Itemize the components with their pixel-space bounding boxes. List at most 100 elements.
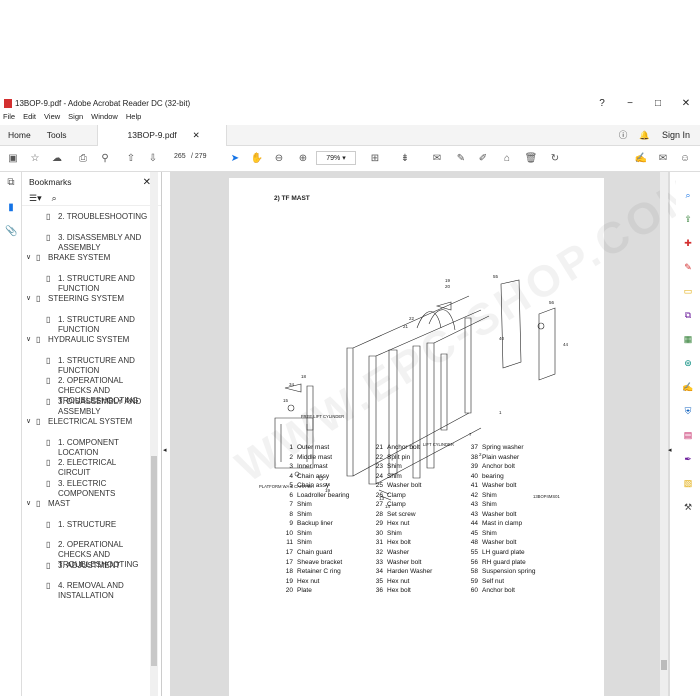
bookmarks-panel-icon[interactable]: ▮ xyxy=(5,202,17,214)
bookmark-section[interactable]: ∨ ▯ HYDRAULIC SYSTEM xyxy=(26,335,150,345)
tab-document[interactable]: 13BOP-9.pdf ✕ xyxy=(96,124,227,146)
bookmarks-scroll-thumb[interactable] xyxy=(151,456,157,666)
bookmark-icon: ▯ xyxy=(36,417,41,426)
bookmark-item[interactable]: ▯ 1. COMPONENT LOCATION xyxy=(46,438,150,458)
bookmark-item[interactable]: ▯ 3. ELECTRIC COMPONENTS xyxy=(46,479,150,499)
menu-window[interactable]: Window xyxy=(91,112,118,125)
stamp-icon[interactable]: ⌂ xyxy=(500,151,514,165)
collapse-right-panel-icon[interactable]: ◂ xyxy=(668,446,672,454)
prev-page-icon[interactable]: ⇧ xyxy=(124,151,138,165)
zoom-select[interactable]: 79% ▾ xyxy=(316,151,356,165)
bookmark-item[interactable]: ▯ 1. STRUCTURE AND FUNCTION xyxy=(46,356,150,376)
bookmark-label: 3. ADJUSTMENT xyxy=(58,560,121,570)
sign-in-button[interactable]: Sign In xyxy=(662,130,690,140)
find-icon[interactable]: ⚲ xyxy=(98,151,112,165)
minimize-button[interactable]: − xyxy=(616,94,644,112)
delete-icon[interactable]: 🗑 xyxy=(524,151,538,165)
combine-files-icon[interactable]: ⧉ xyxy=(682,310,694,322)
sign-pen-icon[interactable]: ✍ xyxy=(634,151,648,165)
bookmark-item[interactable]: ▯ 1. STRUCTURE AND FUNCTION xyxy=(46,274,150,294)
comment-tool-icon[interactable]: ▭ xyxy=(682,286,694,298)
zoom-out-icon[interactable]: ⊖ xyxy=(272,151,286,165)
bookmark-section[interactable]: ∨ ▯ STEERING SYSTEM xyxy=(26,294,150,304)
help-window-button[interactable]: ? xyxy=(588,94,616,112)
tab-home[interactable]: Home xyxy=(0,130,39,140)
fill-sign-icon[interactable]: ✍ xyxy=(682,382,694,394)
part-description: Washer bolt xyxy=(482,482,517,490)
parts-column-1: 1 Outer mast 2 Middle mast 3 Inner mast 4 Chain… xyxy=(280,443,350,596)
edit-pdf-icon[interactable]: ✎ xyxy=(682,262,694,274)
document-scrollbar[interactable] xyxy=(660,172,668,696)
create-pdf-icon[interactable]: ✚ xyxy=(682,238,694,250)
bookmark-item[interactable]: ▯ 3. ADJUSTMENT xyxy=(46,561,150,571)
bookmark-item[interactable]: ▯ 3. DISASSEMBLY AND ASSEMBLY xyxy=(46,233,150,253)
attachments-icon[interactable]: 📎 xyxy=(5,226,17,238)
bookmark-item[interactable]: ▯ 2. TROUBLESHOOTING xyxy=(46,212,150,222)
send-for-signature-icon[interactable]: ✒ xyxy=(682,454,694,466)
svg-text:15: 15 xyxy=(283,398,289,403)
rotate-icon[interactable]: ↻ xyxy=(548,151,562,165)
save-icon[interactable]: ▣ xyxy=(6,151,20,165)
part-row: 19 Hex nut xyxy=(280,577,349,587)
next-page-icon[interactable]: ⇩ xyxy=(146,151,160,165)
scroll-mode-icon[interactable]: ⇟ xyxy=(398,151,412,165)
upload-cloud-icon[interactable]: ☁ xyxy=(50,151,64,165)
menu-file[interactable]: File xyxy=(3,112,15,125)
expand-chevron-icon[interactable]: ∨ xyxy=(26,253,36,263)
menu-sign[interactable]: Sign xyxy=(68,112,83,125)
zoom-in-icon[interactable]: ⊕ xyxy=(296,151,310,165)
protect-icon[interactable]: ⛨ xyxy=(682,406,694,418)
bookmark-item[interactable]: ▯ 4. REMOVAL AND INSTALLATION xyxy=(46,581,150,601)
tab-tools[interactable]: Tools xyxy=(39,130,75,140)
bookmark-item[interactable]: ▯ 2. ELECTRICAL CIRCUIT xyxy=(46,458,150,478)
expand-chevron-icon[interactable]: ∨ xyxy=(26,499,36,509)
draw-icon[interactable]: ✐ xyxy=(476,151,490,165)
document-scroll-thumb[interactable] xyxy=(661,660,667,670)
select-cursor-icon[interactable]: ➤ xyxy=(228,151,242,165)
bookmark-section[interactable]: ∨ ▯ MAST xyxy=(26,499,150,509)
prepare-form-icon[interactable]: ▤ xyxy=(682,430,694,442)
menu-edit[interactable]: Edit xyxy=(23,112,36,125)
bookmark-section[interactable]: ∨ ▯ ELECTRICAL SYSTEM xyxy=(26,417,150,427)
collapse-left-panel-icon[interactable]: ◂ xyxy=(163,446,167,454)
maximize-button[interactable]: □ xyxy=(644,94,672,112)
bookmark-section[interactable]: ∨ ▯ BRAKE SYSTEM xyxy=(26,253,150,263)
bookmarks-scrollbar[interactable] xyxy=(150,172,158,696)
bookmark-item[interactable]: ▯ 3. DISASSEMBLY AND ASSEMBLY xyxy=(46,397,150,417)
organize-pages-icon[interactable]: ▦ xyxy=(682,334,694,346)
bookmark-star-icon[interactable]: ☆ xyxy=(28,151,42,165)
export-pdf-icon[interactable]: ⇪ xyxy=(682,214,694,226)
search-tools-icon[interactable]: ⌕ xyxy=(682,190,694,202)
part-number: 27 xyxy=(375,501,383,509)
print-icon[interactable]: ⎙ xyxy=(76,151,90,165)
email-icon[interactable]: ✉ xyxy=(656,151,670,165)
part-description: Anchor bolt xyxy=(482,463,515,471)
hand-tool-icon[interactable]: ✋ xyxy=(250,151,264,165)
enhance-scans-icon[interactable]: ⊛ xyxy=(682,358,694,370)
page-number-input[interactable]: 265 xyxy=(174,153,186,160)
menu-view[interactable]: View xyxy=(44,112,60,125)
part-description: Outer mast xyxy=(297,444,330,451)
notifications-icon[interactable]: 🔔 xyxy=(639,130,650,141)
measure-icon[interactable]: ▧ xyxy=(682,478,694,490)
expand-chevron-icon[interactable]: ∨ xyxy=(26,294,36,304)
help-icon[interactable]: ⓘ xyxy=(619,129,628,141)
bookmark-item[interactable]: ▯ 1. STRUCTURE xyxy=(46,520,150,530)
bookmark-item[interactable]: ▯ 1. STRUCTURE AND FUNCTION xyxy=(46,315,150,335)
close-tab-icon[interactable]: ✕ xyxy=(193,130,200,141)
more-tools-icon[interactable]: ⚒ xyxy=(682,502,694,514)
page-thumbnails-icon[interactable]: ⧉ xyxy=(5,177,17,189)
expand-chevron-icon[interactable]: ∨ xyxy=(26,335,36,345)
page-view-icon[interactable]: ⊞ xyxy=(368,151,382,165)
account-icon[interactable]: ☺ xyxy=(678,151,692,165)
expand-chevron-icon[interactable]: ∨ xyxy=(26,417,36,427)
page-total: / 279 xyxy=(191,153,207,160)
highlight-pen-icon[interactable]: ✎ xyxy=(454,151,468,165)
close-window-button[interactable]: ✕ xyxy=(672,94,700,112)
find-bookmark-icon[interactable]: ⌕ xyxy=(52,193,57,204)
comment-icon[interactable]: ✉ xyxy=(430,151,444,165)
part-number: 8 xyxy=(289,510,293,518)
part-description: Shim xyxy=(482,491,497,499)
menu-help[interactable]: Help xyxy=(126,112,141,125)
bookmark-options-icon[interactable]: ☰▾ xyxy=(29,193,42,204)
